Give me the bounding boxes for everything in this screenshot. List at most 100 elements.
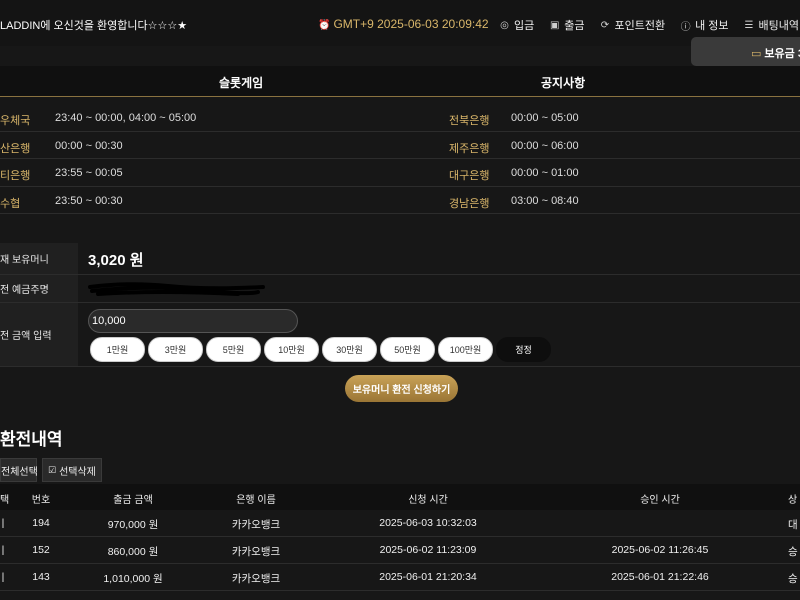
nav-deposit-label: 입금 bbox=[514, 20, 535, 32]
apply-exchange-button[interactable]: 보유머니 환전 신청하기 bbox=[345, 375, 458, 402]
nav-deposit[interactable]: ◎ 입금 bbox=[499, 17, 534, 33]
row-requested: 2025-06-01 21:20:34 bbox=[379, 571, 477, 583]
row-bank: 카카오뱅크 bbox=[231, 546, 281, 558]
amount-row: 전 금액 입력 1만원 3만원 5만원 10만원 30만원 50만원 100만원… bbox=[0, 303, 800, 367]
amount-label: 전 금액 입력 bbox=[0, 303, 78, 366]
col-status: 상 bbox=[788, 495, 798, 506]
row-checkbox[interactable]: | bbox=[0, 544, 6, 556]
info-icon: ⓘ bbox=[680, 21, 691, 33]
current-money-label: 재 보유머니 bbox=[0, 243, 78, 274]
col-amount: 출금 금액 bbox=[113, 495, 153, 506]
nav-bet-history[interactable]: ☰ 배팅내역 bbox=[744, 17, 799, 33]
row-requested: 2025-06-03 10:32:03 bbox=[379, 517, 477, 529]
row-approved: 2025-06-01 21:22:46 bbox=[611, 571, 709, 583]
row-no: 194 bbox=[32, 517, 50, 529]
row-checkbox[interactable]: | bbox=[0, 517, 6, 529]
clock-text: GMT+9 2025-06-03 20:09:42 bbox=[333, 17, 489, 31]
bank-hours: 00:00 ~ 06:00 bbox=[511, 139, 579, 152]
row-no: 143 bbox=[32, 571, 50, 583]
nav-withdraw-label: 출금 bbox=[564, 20, 585, 32]
depositor-label: 전 예금주명 bbox=[0, 275, 78, 302]
bank-name: 티은행 bbox=[0, 170, 31, 182]
history-title: 환전내역 bbox=[0, 430, 63, 449]
chip-100man[interactable]: 100만원 bbox=[438, 337, 493, 362]
col-bank: 은행 이름 bbox=[236, 495, 276, 506]
row-amount: 1,010,000 원 bbox=[103, 573, 163, 585]
welcome-marquee: LADDIN에 오신것을 환영합니다☆☆☆★ bbox=[0, 20, 188, 32]
bank-row: 티은행 23:55 ~ 00:05 대구은행 00:00 ~ 01:00 bbox=[0, 159, 800, 187]
checkbox-icon: ☑ bbox=[48, 464, 57, 475]
refresh-icon: ⟳ bbox=[600, 19, 610, 31]
bank-hours: 23:50 ~ 00:30 bbox=[55, 194, 123, 207]
row-amount: 860,000 원 bbox=[107, 546, 159, 558]
list-icon: ☰ bbox=[744, 19, 754, 31]
row-status: 대 bbox=[788, 519, 798, 531]
col-requested: 신청 시간 bbox=[408, 495, 448, 506]
chip-1man[interactable]: 1만원 bbox=[90, 337, 145, 362]
balance-button[interactable]: ▭ 보유금 3 bbox=[691, 37, 800, 66]
bank-hours: 00:00 ~ 05:00 bbox=[511, 112, 579, 124]
bank-name: 경남은행 bbox=[449, 197, 490, 210]
bank-maintenance-table: 우체국 23:40 ~ 00:00, 04:00 ~ 05:00 전북은행 00… bbox=[0, 104, 800, 214]
bank-hours: 23:40 ~ 00:00, 04:00 ~ 05:00 bbox=[55, 112, 197, 124]
bank-row: 산은행 00:00 ~ 00:30 제주은행 00:00 ~ 06:00 bbox=[0, 132, 800, 159]
nav-my-info[interactable]: ⓘ 내 정보 bbox=[680, 17, 729, 33]
wallet-icon: ▭ bbox=[751, 48, 762, 60]
nav-point-exchange[interactable]: ⟳ 포인트전환 bbox=[600, 17, 666, 33]
row-checkbox[interactable]: | bbox=[0, 571, 6, 583]
col-approved: 승인 시간 bbox=[640, 495, 680, 506]
chip-3man[interactable]: 3만원 bbox=[148, 337, 203, 362]
bank-name: 우체국 bbox=[0, 115, 31, 127]
amount-input[interactable] bbox=[88, 309, 298, 333]
server-clock: ⏰ GMT+9 2025-06-03 20:09:42 bbox=[318, 17, 489, 31]
nav-point-exchange-label: 포인트전환 bbox=[614, 20, 666, 32]
tab-slot-games[interactable]: 슬롯게임 bbox=[219, 74, 263, 91]
balance-label: 보유금 3 bbox=[764, 48, 800, 60]
row-status: 승 bbox=[788, 546, 798, 558]
chip-5man[interactable]: 5만원 bbox=[206, 337, 261, 362]
table-row[interactable]: | 194 970,000 원 카카오뱅크 2025-06-03 10:32:0… bbox=[0, 510, 800, 537]
bank-name: 수협 bbox=[0, 197, 21, 210]
row-bank: 카카오뱅크 bbox=[231, 519, 281, 531]
bank-hours: 00:00 ~ 00:30 bbox=[55, 139, 123, 152]
tab-notices[interactable]: 공지사항 bbox=[541, 74, 585, 91]
nav-bet-history-label: 배팅내역 bbox=[758, 20, 800, 32]
bank-hours: 23:55 ~ 00:05 bbox=[55, 167, 123, 179]
chip-30man[interactable]: 30만원 bbox=[322, 337, 377, 362]
select-all-button[interactable]: 전체선택 bbox=[0, 458, 38, 482]
col-no: 번호 bbox=[31, 495, 51, 506]
clock-icon: ⏰ bbox=[318, 20, 331, 31]
top-bar: LADDIN에 오신것을 환영합니다☆☆☆★ ⏰ GMT+9 2025-06-03… bbox=[0, 0, 800, 46]
chip-10man[interactable]: 10만원 bbox=[264, 337, 319, 362]
row-amount: 970,000 원 bbox=[107, 519, 159, 531]
top-nav: ◎입금 ▣출금 ⟳포인트전환 ⓘ내 정보 ☰배팅내역 ▦ bbox=[499, 17, 800, 33]
chip-50man[interactable]: 50만원 bbox=[380, 337, 435, 362]
table-row[interactable]: | 143 1,010,000 원 카카오뱅크 2025-06-01 21:20… bbox=[0, 564, 800, 591]
reset-button[interactable]: 정정 bbox=[496, 337, 551, 362]
row-no: 152 bbox=[32, 544, 50, 556]
current-money-row: 재 보유머니 3,020 원 bbox=[0, 243, 800, 275]
bank-name: 산은행 bbox=[0, 142, 31, 155]
table-row[interactable]: | 152 860,000 원 카카오뱅크 2025-06-02 11:23:0… bbox=[0, 537, 800, 564]
bank-row: 우체국 23:40 ~ 00:00, 04:00 ~ 05:00 전북은행 00… bbox=[0, 104, 800, 132]
current-money-value: 3,020 원 bbox=[88, 252, 144, 269]
col-select: 택 bbox=[0, 495, 10, 506]
amount-chips: 1만원 3만원 5만원 10만원 30만원 50만원 100만원 정정 bbox=[90, 337, 554, 362]
redacted-name-scribble bbox=[88, 282, 265, 296]
row-bank: 카카오뱅크 bbox=[231, 573, 281, 585]
bank-name: 제주은행 bbox=[449, 142, 490, 155]
delete-selected-button[interactable]: ☑ 선택삭제 bbox=[42, 458, 102, 482]
exchange-form: 재 보유머니 3,020 원 전 예금주명 전 금액 입력 1만원 3만원 5만… bbox=[0, 243, 800, 367]
row-approved: 2025-06-02 11:26:45 bbox=[611, 544, 709, 556]
row-status: 승 bbox=[788, 573, 798, 585]
nav-withdraw[interactable]: ▣ 출금 bbox=[549, 17, 584, 33]
history-table-header: 택 번호 출금 금액 은행 이름 신청 시간 승인 시간 상 bbox=[0, 484, 800, 510]
bank-hours: 00:00 ~ 01:00 bbox=[511, 167, 579, 179]
bank-row: 수협 23:50 ~ 00:30 경남은행 03:00 ~ 08:40 bbox=[0, 187, 800, 214]
nav-my-info-label: 내 정보 bbox=[695, 20, 729, 32]
delete-selected-label: 선택삭제 bbox=[59, 466, 96, 478]
bank-name: 대구은행 bbox=[449, 170, 490, 182]
withdraw-icon: ▣ bbox=[550, 19, 560, 31]
deposit-icon: ◎ bbox=[500, 19, 509, 31]
content-tabs: 슬롯게임 공지사항 bbox=[0, 66, 800, 97]
